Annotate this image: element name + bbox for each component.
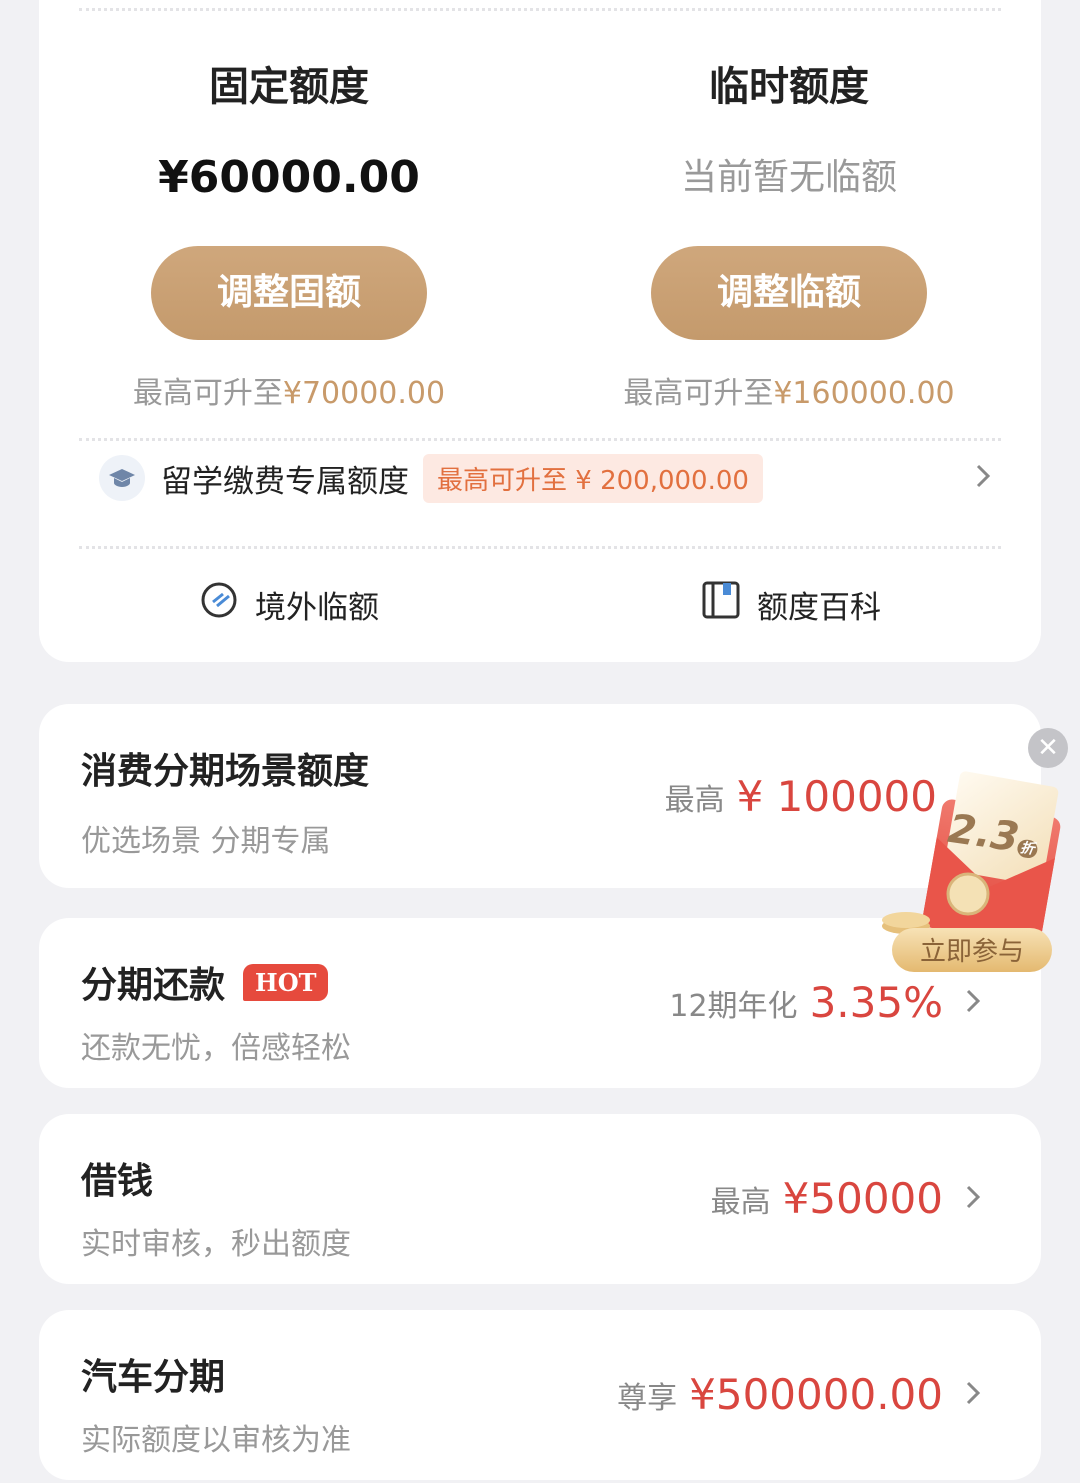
car-installment-value: ¥500000.00 <box>689 1370 943 1419</box>
installment-scene-label: 最高 <box>664 782 725 818</box>
fixed-limit-title: 固定额度 <box>209 64 369 110</box>
tools-row: 境外临额 额度百科 <box>39 580 1041 650</box>
graduation-cap-icon <box>99 455 145 501</box>
study-abroad-limit-row[interactable]: 留学缴费专属额度 最高可升至 ¥ 200,000.00 <box>99 446 991 510</box>
fixed-limit-column: 固定额度 ¥60000.00 调整固额 最高可升至¥70000.00 <box>39 54 539 412</box>
promo-discount-value: 2.3 <box>945 805 1022 862</box>
installment-scene-subtitle: 优选场景 分期专属 <box>81 824 331 859</box>
book-icon <box>701 580 741 628</box>
repay-installment-title-row: 分期还款 HOT <box>81 956 329 1008</box>
limit-encyclopedia-label: 额度百科 <box>757 589 881 626</box>
installment-scene-title: 消费分期场景额度 <box>81 751 370 792</box>
chevron-right-icon <box>975 463 991 493</box>
temp-note-prefix: 最高可升至 <box>623 376 774 411</box>
chevron-right-icon <box>965 1184 981 1214</box>
temp-limit-column: 临时额度 当前暂无临额 调整临额 最高可升至¥160000.00 <box>539 54 1039 412</box>
repay-installment-subtitle: 还款无忧，倍感轻松 <box>81 1031 351 1066</box>
repay-installment-rate: 3.35% <box>809 978 943 1027</box>
fixed-note-prefix: 最高可升至 <box>132 376 283 411</box>
promo-join-button[interactable]: 立即参与 <box>892 930 1052 974</box>
repay-installment-value-group: 12期年化 3.35% <box>669 978 981 1027</box>
borrow-title: 借钱 <box>81 1161 154 1202</box>
car-installment-card[interactable]: 汽车分期 实际额度以审核为准 尊享 ¥500000.00 <box>39 1310 1041 1480</box>
temp-note-value: ¥160000.00 <box>773 376 955 411</box>
limit-encyclopedia-link[interactable]: 额度百科 <box>701 580 881 628</box>
chevron-right-icon <box>965 1380 981 1410</box>
car-installment-value-group: 尊享 ¥500000.00 <box>617 1370 981 1419</box>
close-icon[interactable]: ✕ <box>1028 728 1068 768</box>
temp-limit-title: 临时额度 <box>709 64 869 110</box>
car-installment-subtitle: 实际额度以审核为准 <box>81 1423 351 1458</box>
chevron-right-icon <box>965 988 981 1018</box>
borrow-card[interactable]: 借钱 实时审核，秒出额度 最高 ¥50000 <box>39 1114 1041 1284</box>
fixed-limit-amount: ¥60000.00 <box>158 152 420 203</box>
car-installment-label: 尊享 <box>617 1380 678 1416</box>
overseas-temp-limit-label: 境外临额 <box>255 589 379 626</box>
divider-dotted <box>79 438 1001 441</box>
hot-badge: HOT <box>243 963 329 1001</box>
globe-plane-icon <box>199 580 239 628</box>
study-abroad-tag: 最高可升至 ¥ 200,000.00 <box>423 453 763 503</box>
adjust-temp-limit-button[interactable]: 调整临额 <box>651 246 927 340</box>
borrow-subtitle: 实时审核，秒出额度 <box>81 1227 351 1262</box>
overseas-temp-limit-link[interactable]: 境外临额 <box>199 580 379 628</box>
adjust-fixed-limit-button[interactable]: 调整固额 <box>151 246 427 340</box>
credit-limit-card: 固定额度 ¥60000.00 调整固额 最高可升至¥70000.00 临时额度 … <box>39 0 1041 662</box>
temp-limit-max-note: 最高可升至¥160000.00 <box>539 368 1039 412</box>
temp-limit-status: 当前暂无临额 <box>680 157 897 198</box>
repay-installment-label: 12期年化 <box>669 988 798 1024</box>
promo-discount-unit: 折 <box>1016 838 1039 860</box>
fixed-limit-max-note: 最高可升至¥70000.00 <box>39 368 539 412</box>
study-abroad-label: 留学缴费专属额度 <box>161 463 409 500</box>
divider-dotted <box>79 546 1001 549</box>
fixed-note-value: ¥70000.00 <box>282 376 446 411</box>
borrow-value: ¥50000 <box>782 1174 943 1223</box>
divider-dotted <box>79 8 1001 11</box>
repay-installment-title: 分期还款 <box>81 965 226 1006</box>
car-installment-title: 汽车分期 <box>81 1357 226 1398</box>
borrow-value-group: 最高 ¥50000 <box>711 1174 981 1223</box>
borrow-label: 最高 <box>710 1184 771 1220</box>
